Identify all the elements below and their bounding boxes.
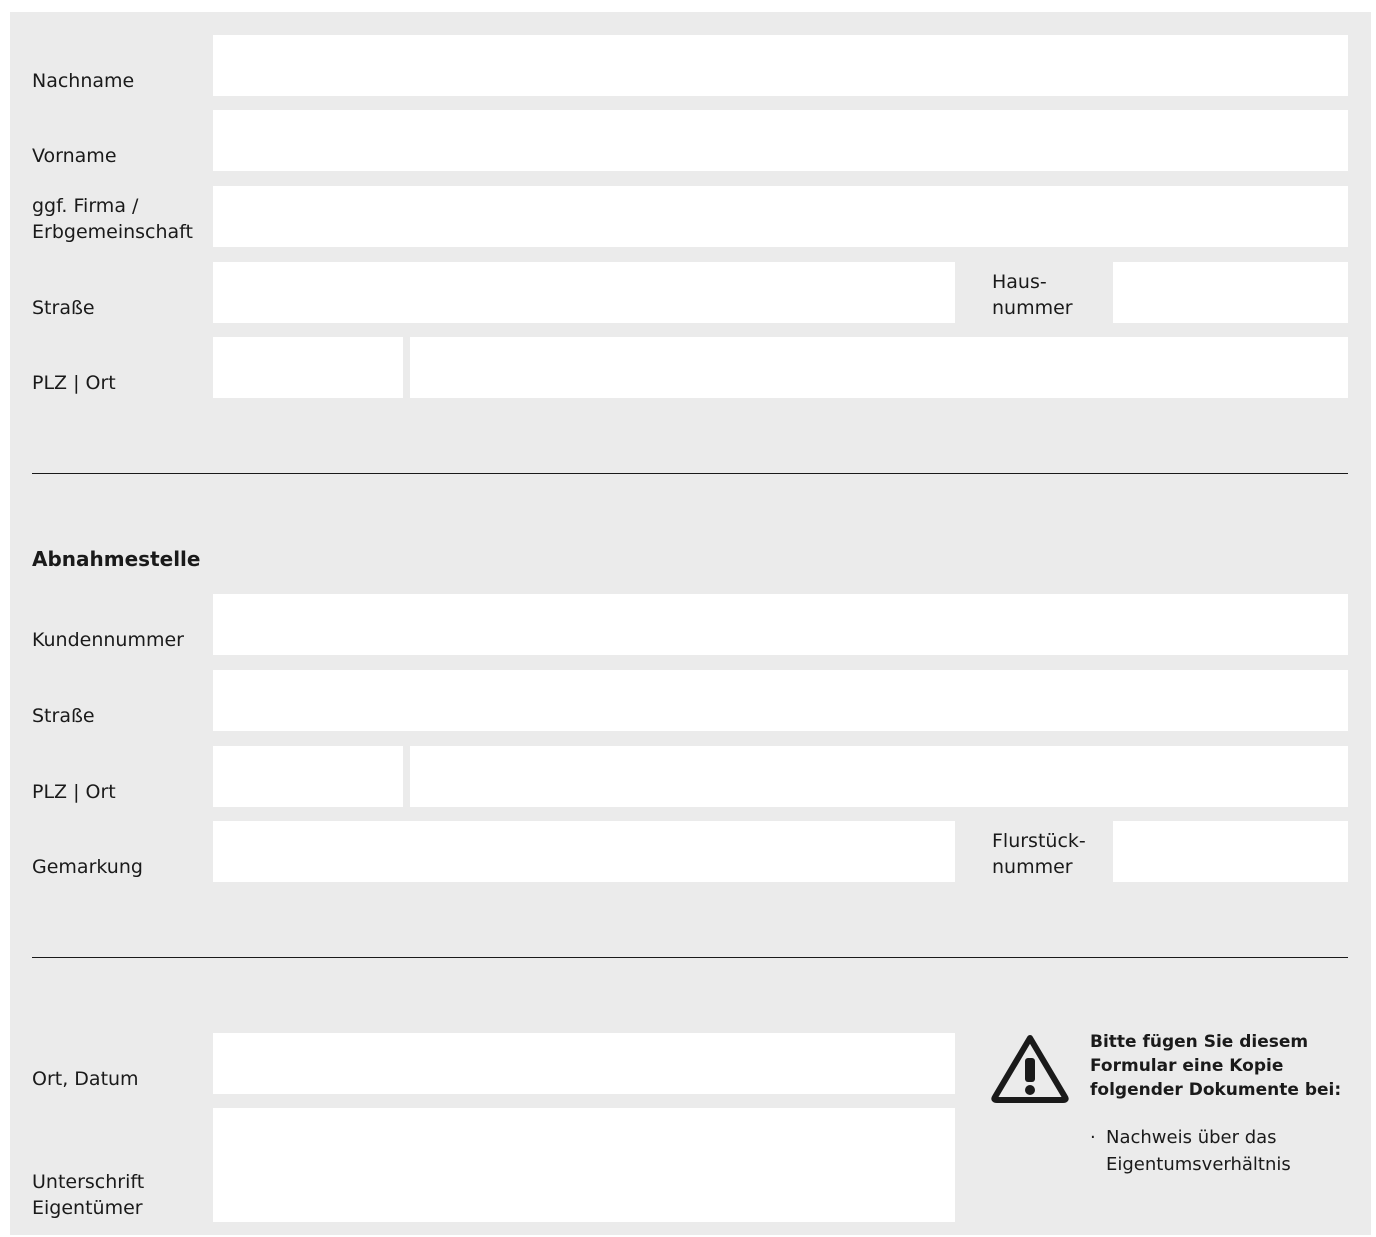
plz-input[interactable] [213,337,403,398]
abnahme-ort-input[interactable] [410,746,1348,807]
notice-list-item: · Nachweis über das Eigentumsverhältnis [1090,1124,1291,1178]
nachname-input[interactable] [213,35,1348,96]
strasse-label: Straße [32,297,95,319]
signature-field[interactable] [213,1108,955,1222]
abnahme-plz-input[interactable] [213,746,403,807]
notice-item-line1: Nachweis über das [1106,1127,1277,1148]
notice-item-line2: Eigentumsverhältnis [1106,1154,1291,1175]
notice-title-line2: Formular eine Kopie [1090,1056,1284,1076]
notice-title: Bitte fügen Sie diesem Formular eine Kop… [1090,1030,1360,1102]
abnahme-plz-ort-label: PLZ | Ort [32,781,116,803]
gemarkung-label: Gemarkung [32,856,143,878]
kundennummer-input[interactable] [213,594,1348,655]
firma-label-line1: ggf. Firma / [32,195,139,217]
warning-triangle-icon [991,1035,1069,1103]
notice-title-line1: Bitte fügen Sie diesem [1090,1032,1309,1052]
unterschrift-label-line2: Eigentümer [32,1197,143,1219]
flurstueck-input[interactable] [1113,821,1348,882]
vorname-input[interactable] [213,110,1348,171]
abnahme-strasse-label: Straße [32,705,95,727]
ort-input[interactable] [410,337,1348,398]
notice-title-line3: folgender Dokumente bei: [1090,1080,1342,1100]
flurstueck-label-line2: nummer [992,856,1073,878]
flurstueck-label-line1: Flurstück- [992,830,1086,852]
vorname-label: Vorname [32,145,117,167]
section-divider [32,957,1348,958]
abnahme-strasse-input[interactable] [213,670,1348,731]
hausnummer-label-line2: nummer [992,297,1073,319]
abnahmestelle-heading: Abnahmestelle [32,547,201,571]
firma-input[interactable] [213,186,1348,247]
strasse-input[interactable] [213,262,955,323]
kundennummer-label: Kundennummer [32,629,184,651]
gemarkung-input[interactable] [213,821,955,882]
nachname-label: Nachname [32,70,135,92]
ort-datum-label: Ort, Datum [32,1068,139,1090]
bullet-icon: · [1090,1127,1096,1148]
unterschrift-label-line1: Unterschrift [32,1171,145,1193]
ort-datum-input[interactable] [213,1033,955,1094]
section-divider [32,473,1348,474]
hausnummer-input[interactable] [1113,262,1348,323]
firma-label-line2: Erbgemeinschaft [32,221,193,243]
hausnummer-label-line1: Haus- [992,271,1047,293]
plz-ort-label: PLZ | Ort [32,372,116,394]
